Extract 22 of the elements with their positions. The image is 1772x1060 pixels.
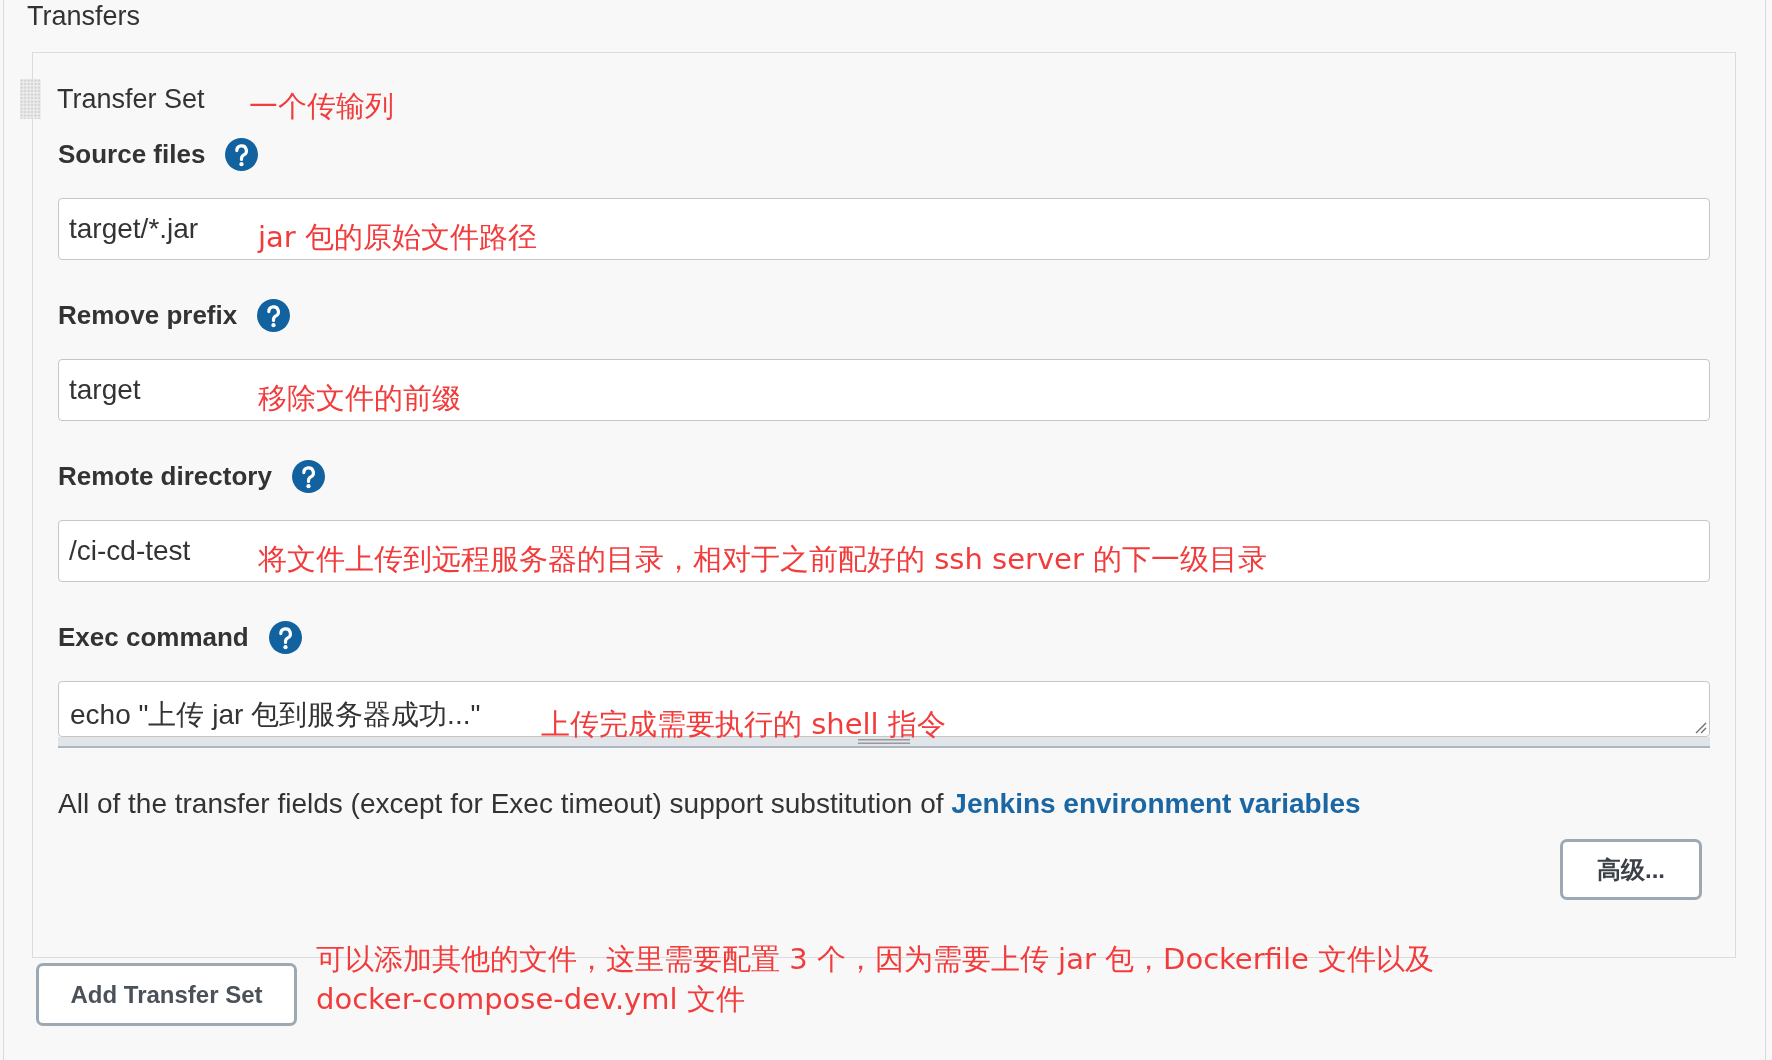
add-transfer-set-button[interactable]: Add Transfer Set [36, 963, 297, 1026]
annotation-text: 一个传输列 [248, 89, 394, 123]
annotation-text: 将文件上传到远程服务器的目录，相对于之前配好的 ssh server 的下一级目录 [258, 542, 1268, 576]
annotation-text: 可以添加其他的文件，这里需要配置 3 个，因为需要上传 jar 包，Dockerfile 文件以及 docker-compose-dev.yml 文件 [316, 941, 1434, 1018]
help-icon[interactable] [257, 298, 291, 332]
field-label: Exec command [58, 622, 249, 652]
transfer-set-title: Transfer Set [57, 84, 205, 114]
field-label: Source files [58, 139, 206, 169]
help-icon[interactable] [291, 459, 325, 493]
help-icon[interactable] [225, 137, 259, 171]
annotation-text: 移除文件的前缀 [258, 381, 461, 415]
help-icon[interactable] [268, 620, 302, 654]
advanced-button[interactable]: 高级... [1560, 839, 1702, 900]
drag-handle-icon[interactable] [20, 79, 41, 119]
resize-grip-icon[interactable] [1695, 722, 1707, 734]
field-label: Remote directory [58, 461, 272, 491]
grip-icon [858, 739, 910, 744]
field-label: Remove prefix [58, 300, 238, 330]
link[interactable]: Jenkins environment variables [951, 788, 1361, 819]
section-title: Transfers [27, 3, 141, 29]
annotation-text: jar 包的原始文件路径 [258, 220, 537, 254]
note-text: All of the transfer fields (except for Exec timeout) support substitution of Jenkins environment variables [58, 789, 1361, 819]
